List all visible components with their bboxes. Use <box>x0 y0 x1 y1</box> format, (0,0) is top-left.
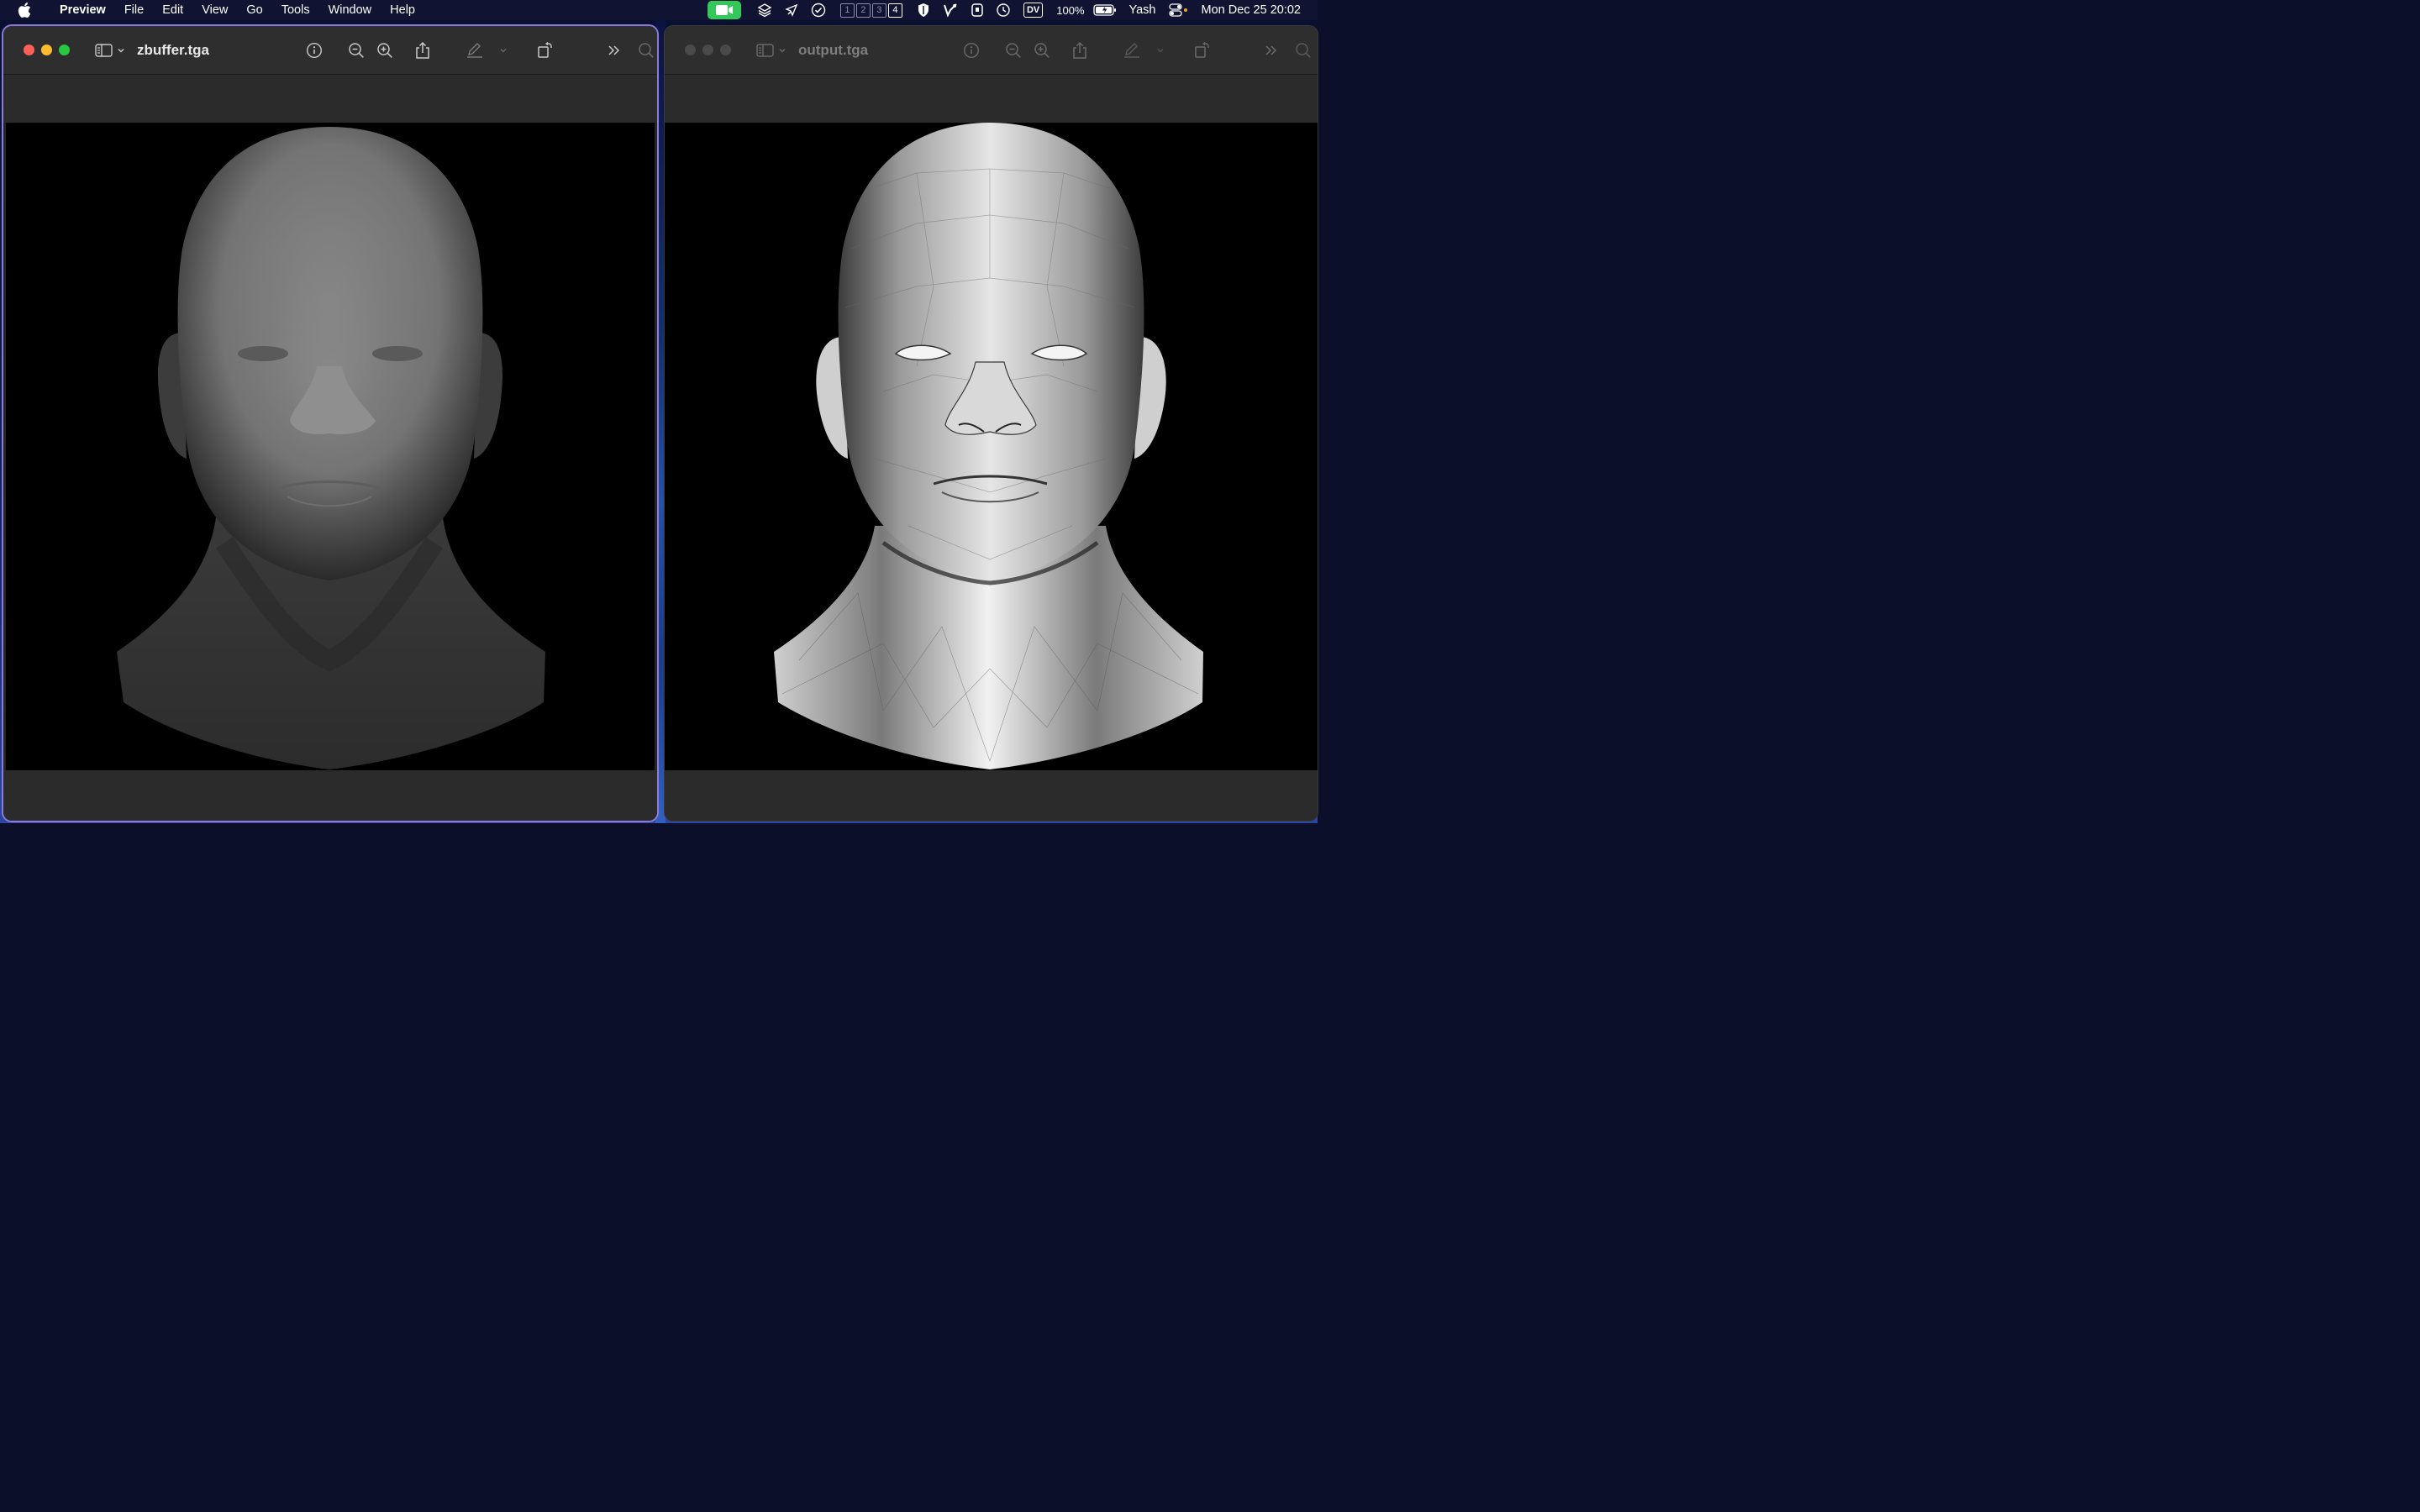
window-toolbar: zbuffer.tga <box>3 26 657 75</box>
zoom-in-icon[interactable] <box>375 40 395 60</box>
close-button[interactable] <box>685 45 696 55</box>
checkmark-circle-icon[interactable] <box>811 0 826 20</box>
rotate-icon[interactable] <box>1192 40 1213 60</box>
head-shape <box>838 123 1144 580</box>
output-image <box>665 123 1318 770</box>
rotate-icon[interactable] <box>535 40 555 60</box>
share-icon[interactable] <box>413 40 433 60</box>
sidebar-icon <box>756 43 774 57</box>
preview-window-output: output.tga <box>665 26 1318 821</box>
menu-go[interactable]: Go <box>237 0 271 20</box>
control-center-icon[interactable] <box>1168 0 1189 20</box>
zoom-button[interactable] <box>720 45 731 55</box>
space-4[interactable]: 4 <box>887 3 902 18</box>
menu-window[interactable]: Window <box>319 0 381 20</box>
preview-window-zbuffer: zbuffer.tga <box>3 26 657 821</box>
menu-tools[interactable]: Tools <box>272 0 319 20</box>
menu-app-name[interactable]: Preview <box>50 0 115 20</box>
minimize-button[interactable] <box>41 45 52 55</box>
spaces-indicator[interactable]: 1 2 3 4 <box>839 3 902 18</box>
image-top-margin <box>665 75 1318 123</box>
zbuffer-image <box>6 123 655 770</box>
markup-dropdown-icon[interactable] <box>497 40 510 60</box>
search-icon[interactable] <box>1293 40 1313 60</box>
traffic-lights <box>685 45 731 55</box>
clock[interactable]: Mon Dec 25 20:02 <box>1202 3 1302 17</box>
shield-icon[interactable] <box>917 0 930 20</box>
share-icon[interactable] <box>1070 40 1090 60</box>
image-bottom-margin <box>665 770 1318 821</box>
window-title: output.tga <box>798 41 869 58</box>
zoom-out-icon[interactable] <box>346 40 366 60</box>
location-arrow-icon[interactable] <box>784 0 799 20</box>
more-toolbar-icon[interactable] <box>1261 40 1281 60</box>
sidebar-toggle-button[interactable] <box>95 43 125 58</box>
close-button[interactable] <box>24 45 34 55</box>
sidebar-toggle-button[interactable] <box>756 43 786 58</box>
battery-percentage: 100% <box>1056 3 1085 17</box>
more-toolbar-icon[interactable] <box>604 40 624 60</box>
markup-pen-icon[interactable] <box>465 40 485 60</box>
image-bottom-margin <box>3 770 657 821</box>
facetime-video-icon[interactable] <box>707 1 741 19</box>
right-eye-socket <box>372 346 423 361</box>
left-eye-socket <box>238 346 288 361</box>
chevron-down-icon <box>118 48 124 53</box>
dv-badge[interactable]: DV <box>1023 3 1044 18</box>
clipboard-icon[interactable] <box>971 0 984 20</box>
menu-view[interactable]: View <box>192 0 237 20</box>
zoom-in-icon[interactable] <box>1032 40 1052 60</box>
time-machine-icon[interactable] <box>996 0 1011 20</box>
info-icon[interactable] <box>961 40 981 60</box>
image-top-margin <box>3 75 657 123</box>
space-1[interactable]: 1 <box>839 3 855 18</box>
markup-dropdown-icon[interactable] <box>1154 40 1167 60</box>
apple-icon[interactable] <box>17 3 32 18</box>
window-title: zbuffer.tga <box>137 41 209 58</box>
space-2[interactable]: 2 <box>855 3 871 18</box>
search-icon[interactable] <box>636 40 656 60</box>
space-3[interactable]: 3 <box>871 3 886 18</box>
minimize-button[interactable] <box>702 45 713 55</box>
menu-file[interactable]: File <box>115 0 153 20</box>
menu-edit[interactable]: Edit <box>153 0 192 20</box>
zoom-out-icon[interactable] <box>1003 40 1023 60</box>
zoom-button[interactable] <box>59 45 70 55</box>
markup-pen-icon[interactable] <box>1122 40 1142 60</box>
menu-help[interactable]: Help <box>381 0 424 20</box>
traffic-lights <box>24 45 70 55</box>
chevron-down-icon <box>779 48 786 53</box>
user-name[interactable]: Yash <box>1129 3 1156 17</box>
battery-icon[interactable] <box>1092 0 1117 20</box>
info-icon[interactable] <box>304 40 324 60</box>
window-toolbar: output.tga <box>665 26 1318 75</box>
vpn-check-icon[interactable] <box>942 0 959 20</box>
sidebar-icon <box>95 43 113 57</box>
menu-bar: Preview File Edit View Go Tools Window H… <box>0 0 1318 20</box>
layers-icon[interactable] <box>757 0 772 20</box>
